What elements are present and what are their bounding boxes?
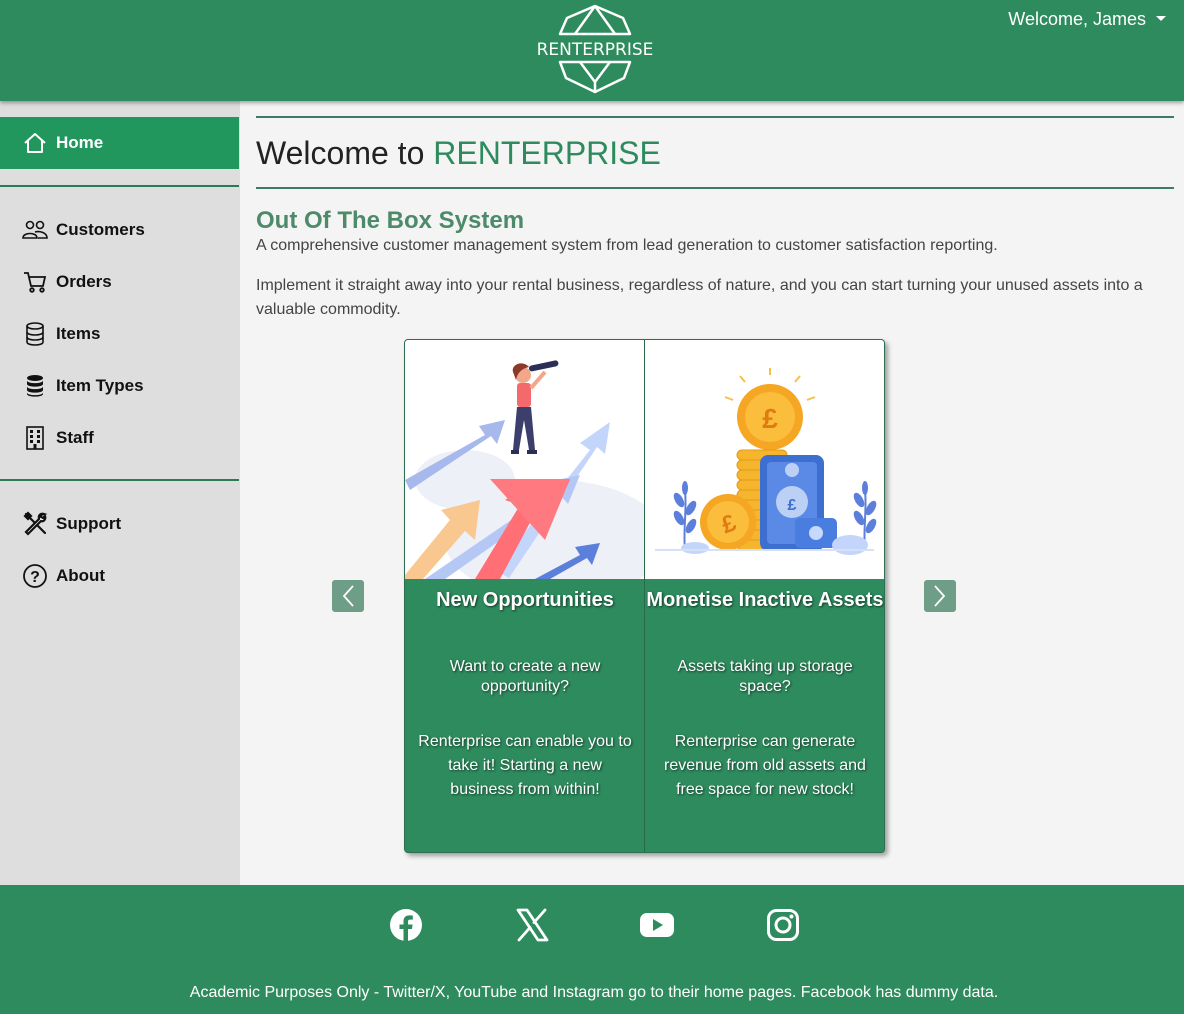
sidebar-item-label: Customers [56,220,145,239]
question-circle-icon: ? [22,563,48,589]
sidebar-item-item-types[interactable]: Item Types [0,366,239,406]
svg-text:£: £ [762,403,778,434]
sidebar-item-staff[interactable]: Staff [0,418,239,458]
carousel-prev-button[interactable] [332,580,364,612]
instagram-icon [767,909,799,941]
page-footer: Academic Purposes Only - Twitter/X, YouT… [0,885,1184,1014]
sidebar-item-label: Staff [56,428,94,447]
tools-icon [22,511,48,537]
sidebar-item-items[interactable]: Items [0,314,239,354]
sidebar-item-orders[interactable]: Orders [0,262,239,302]
database-icon [22,321,48,347]
instagram-link[interactable] [763,905,803,945]
slide-answer: Renterprise can generate revenue from ol… [664,733,866,798]
facebook-icon [390,909,422,941]
implement-paragraph: Implement it straight away into your ren… [256,277,1143,318]
svg-text:?: ? [30,569,40,586]
top-header: RENTERPRISE Welcome, James [0,0,1184,101]
slide-title: New Opportunities [436,589,614,611]
user-welcome-label: Welcome, James [1008,9,1146,29]
sidebar-item-about[interactable]: ? About [0,556,239,596]
title-bottom-rule [256,187,1174,189]
sidebar: Home Customers Orders Items Item Types S… [0,101,240,885]
slide-question: Want to create a new opportunity? [449,658,601,695]
renterprise-logo[interactable]: RENTERPRISE [530,4,660,94]
x-twitter-link[interactable] [512,905,552,945]
chevron-right-icon [934,585,946,607]
facebook-link[interactable] [386,905,426,945]
sidebar-item-label: About [56,566,106,585]
title-top-rule [256,116,1174,118]
cart-icon [22,269,48,295]
intro-paragraph: A comprehensive customer management syst… [256,237,998,254]
slide-answer: Renterprise can enable you to take it! S… [418,733,632,798]
x-twitter-icon [516,908,549,942]
carousel-slide[interactable]: New Opportunities Want to create a new o… [405,340,645,852]
youtube-link[interactable] [637,905,677,945]
slide-question: Assets taking up storage space? [677,658,853,695]
carousel-next-button[interactable] [924,580,956,612]
sidebar-item-label: Item Types [56,376,144,395]
database-fill-icon [22,373,48,399]
title-brand: RENTERPRISE [433,135,661,171]
page-title: Welcome to RENTERPRISE [256,135,661,172]
people-icon [22,217,48,243]
footer-disclaimer: Academic Purposes Only - Twitter/X, YouT… [189,984,999,1001]
building-icon [22,425,48,451]
youtube-icon [640,913,674,937]
house-icon [22,130,48,156]
sidebar-item-home[interactable]: Home [0,117,239,169]
svg-text:£: £ [788,497,797,514]
sidebar-item-label: Home [56,133,104,152]
sidebar-item-customers[interactable]: Customers [0,210,239,250]
chevron-left-icon [342,585,354,607]
section-subtitle: Out Of The Box System [256,207,525,234]
monetise-illustration: £ £ £ [645,340,884,579]
sidebar-item-support[interactable]: Support [0,504,239,544]
carousel-slide[interactable]: £ £ £ Monetise Inactive Assets Assets ta… [645,340,884,852]
slide-title: Monetise Inactive Assets [646,589,884,611]
sidebar-item-label: Support [56,514,122,533]
opportunity-illustration [405,340,644,579]
title-prefix: Welcome to [256,135,434,171]
sidebar-divider [0,185,239,187]
caret-down-icon [1156,16,1166,21]
logo-text: RENTERPRISE [536,40,654,60]
sidebar-item-label: Orders [56,272,112,291]
carousel: New Opportunities Want to create a new o… [404,339,885,853]
sidebar-divider [0,479,239,481]
sidebar-item-label: Items [56,324,101,343]
user-menu-dropdown[interactable]: Welcome, James [1008,9,1166,30]
